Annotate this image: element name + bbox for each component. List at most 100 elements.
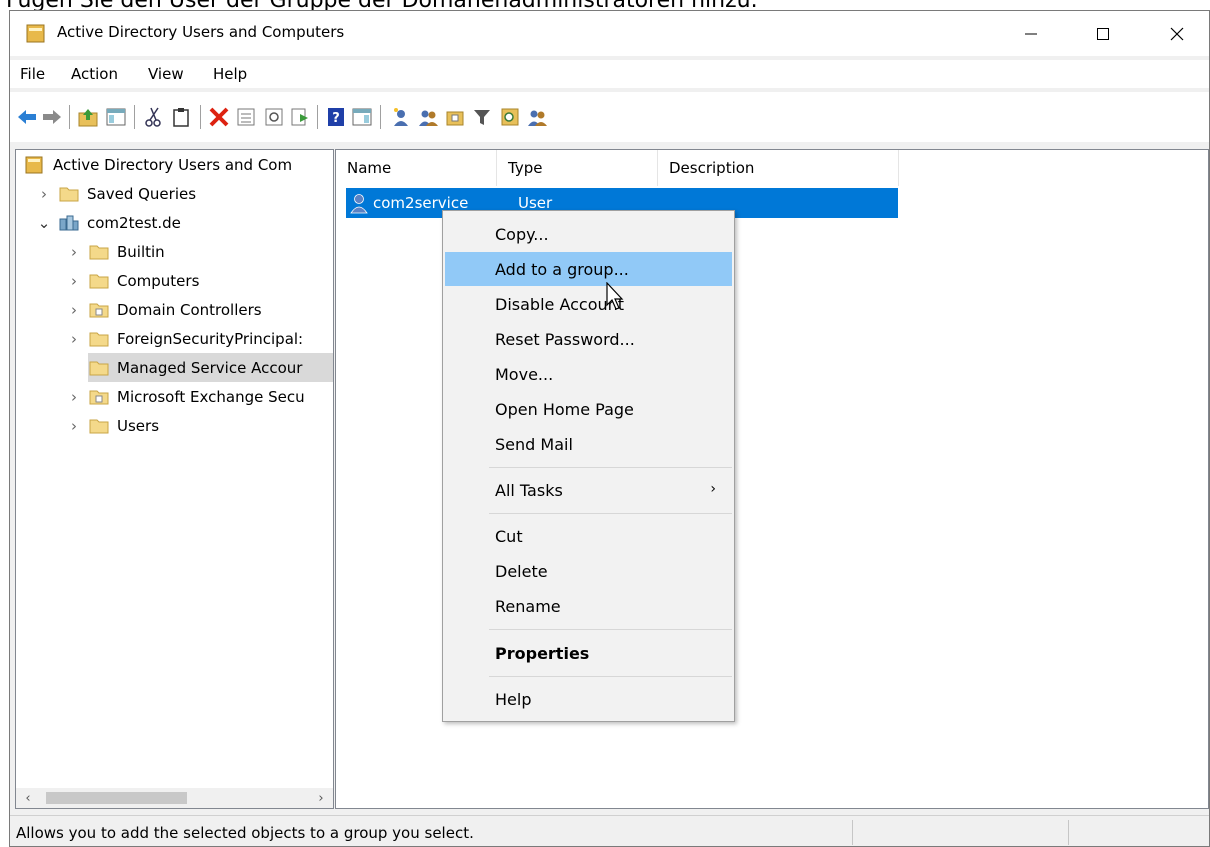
tree-item-foreign-security-principals[interactable]: › ForeignSecurityPrincipal: bbox=[66, 324, 303, 353]
aduc-window: Active Directory Users and Computers Fil… bbox=[9, 10, 1210, 847]
tree-item-label: Computers bbox=[117, 271, 200, 290]
cut-icon[interactable] bbox=[143, 106, 165, 128]
chevron-right-icon[interactable]: › bbox=[66, 272, 82, 290]
toolbar-separator bbox=[134, 105, 135, 129]
tree-item-label: Domain Controllers bbox=[117, 300, 262, 319]
menu-view[interactable]: View bbox=[148, 65, 184, 83]
chevron-right-icon[interactable]: › bbox=[66, 330, 82, 348]
chevron-right-icon[interactable]: › bbox=[66, 243, 82, 261]
mouse-cursor-icon bbox=[606, 282, 624, 310]
tree-item-label: com2test.de bbox=[87, 213, 181, 232]
menu-action[interactable]: Action bbox=[71, 65, 118, 83]
chevron-right-icon[interactable]: › bbox=[36, 185, 52, 203]
tree-item-microsoft-exchange-security[interactable]: › Microsoft Exchange Secu bbox=[66, 382, 305, 411]
toolbar-separator bbox=[380, 105, 381, 129]
menu-item-properties[interactable]: Properties bbox=[445, 636, 732, 670]
tree-item-builtin[interactable]: › Builtin bbox=[66, 237, 165, 266]
tree-item-label: Managed Service Accour bbox=[117, 358, 303, 377]
help-icon[interactable]: ? bbox=[325, 106, 347, 128]
menu-item-send-mail[interactable]: Send Mail bbox=[445, 427, 732, 461]
show-action-pane-icon[interactable] bbox=[351, 106, 373, 128]
menu-separator bbox=[489, 467, 732, 468]
tree-horizontal-scrollbar[interactable]: ‹ › bbox=[16, 788, 333, 808]
column-header-type[interactable]: Type bbox=[497, 150, 658, 186]
menu-item-open-home-page[interactable]: Open Home Page bbox=[445, 392, 732, 426]
filter-icon[interactable] bbox=[471, 106, 493, 128]
menu-item-label: All Tasks bbox=[495, 480, 563, 500]
new-group-icon[interactable] bbox=[417, 106, 439, 128]
menu-item-all-tasks[interactable]: All Tasks › bbox=[445, 473, 732, 507]
paste-icon[interactable] bbox=[170, 106, 192, 128]
properties-icon[interactable] bbox=[235, 106, 257, 128]
tree-item-domain-controllers[interactable]: › Domain Controllers bbox=[66, 295, 262, 324]
up-folder-icon[interactable] bbox=[77, 106, 99, 128]
minimize-button[interactable] bbox=[1008, 11, 1054, 56]
scroll-right-icon[interactable]: › bbox=[311, 788, 331, 808]
tree-item-label: Builtin bbox=[117, 242, 165, 261]
new-user-icon[interactable] bbox=[390, 106, 412, 128]
svg-text:?: ? bbox=[332, 111, 340, 126]
folder-icon bbox=[89, 245, 109, 259]
refresh-icon[interactable] bbox=[263, 106, 285, 128]
menu-item-move[interactable]: Move... bbox=[445, 357, 732, 391]
status-divider bbox=[1068, 820, 1069, 845]
menu-help[interactable]: Help bbox=[213, 65, 247, 83]
new-ou-icon[interactable] bbox=[444, 106, 466, 128]
ou-icon bbox=[89, 390, 109, 404]
tree-item-label: Saved Queries bbox=[87, 184, 197, 203]
chevron-right-icon[interactable]: › bbox=[66, 417, 82, 435]
menu-item-disable-account[interactable]: Disable Account bbox=[445, 287, 732, 321]
menu-bar: File Action View Help bbox=[10, 60, 1209, 88]
console-tree[interactable]: Active Directory Users and Com › Saved Q… bbox=[15, 149, 334, 809]
window-title: Active Directory Users and Computers bbox=[57, 23, 345, 41]
tree-item-users[interactable]: › Users bbox=[66, 411, 159, 440]
tree-item-managed-service-accounts[interactable]: Managed Service Accour bbox=[88, 353, 333, 382]
tree-item-label: Active Directory Users and Com bbox=[53, 155, 293, 174]
minimize-icon bbox=[1025, 33, 1037, 34]
column-header-name[interactable]: Name bbox=[336, 150, 497, 186]
status-divider bbox=[852, 820, 853, 845]
menu-separator bbox=[489, 629, 732, 630]
tree-root[interactable]: Active Directory Users and Com bbox=[24, 150, 292, 179]
close-button[interactable] bbox=[1154, 11, 1200, 56]
maximize-button[interactable] bbox=[1080, 11, 1126, 56]
maximize-icon bbox=[1097, 27, 1109, 40]
export-list-icon[interactable] bbox=[289, 106, 311, 128]
close-icon bbox=[1170, 27, 1184, 40]
back-icon[interactable] bbox=[16, 106, 38, 128]
context-menu: Copy... Add to a group... Disable Accoun… bbox=[442, 210, 735, 722]
toolbar-separator bbox=[69, 105, 70, 129]
tree-item-domain[interactable]: ⌄ com2test.de bbox=[36, 208, 181, 237]
menu-item-reset-password[interactable]: Reset Password... bbox=[445, 322, 732, 356]
menu-item-rename[interactable]: Rename bbox=[445, 589, 732, 623]
chevron-right-icon[interactable]: › bbox=[66, 388, 82, 406]
show-console-tree-icon[interactable] bbox=[105, 106, 127, 128]
tree-item-saved-queries[interactable]: › Saved Queries bbox=[36, 179, 196, 208]
status-bar: Allows you to add the selected objects t… bbox=[10, 815, 1209, 846]
domain-icon bbox=[59, 215, 79, 230]
menu-item-cut[interactable]: Cut bbox=[445, 519, 732, 553]
tree-item-computers[interactable]: › Computers bbox=[66, 266, 199, 295]
forward-icon[interactable] bbox=[41, 106, 63, 128]
menu-item-copy[interactable]: Copy... bbox=[445, 217, 732, 251]
folder-icon bbox=[89, 419, 109, 433]
menu-separator bbox=[489, 676, 732, 677]
add-to-group-icon[interactable] bbox=[526, 106, 548, 128]
tree-item-label: Microsoft Exchange Secu bbox=[117, 387, 305, 406]
chevron-right-icon[interactable]: › bbox=[66, 301, 82, 319]
user-icon bbox=[350, 194, 368, 214]
chevron-down-icon[interactable]: ⌄ bbox=[36, 214, 52, 232]
status-text: Allows you to add the selected objects t… bbox=[16, 824, 474, 842]
toolbar-separator bbox=[200, 105, 201, 129]
find-icon[interactable] bbox=[499, 106, 521, 128]
menu-item-help[interactable]: Help bbox=[445, 682, 732, 716]
menu-item-delete[interactable]: Delete bbox=[445, 554, 732, 588]
menu-file[interactable]: File bbox=[20, 65, 45, 83]
title-bar[interactable]: Active Directory Users and Computers bbox=[10, 11, 1209, 56]
menu-item-add-to-group[interactable]: Add to a group... bbox=[445, 252, 732, 286]
scroll-left-icon[interactable]: ‹ bbox=[18, 788, 38, 808]
delete-icon[interactable] bbox=[208, 106, 230, 128]
folder-icon bbox=[59, 187, 79, 201]
column-header-description[interactable]: Description bbox=[658, 150, 899, 186]
scrollbar-thumb[interactable] bbox=[46, 792, 187, 804]
